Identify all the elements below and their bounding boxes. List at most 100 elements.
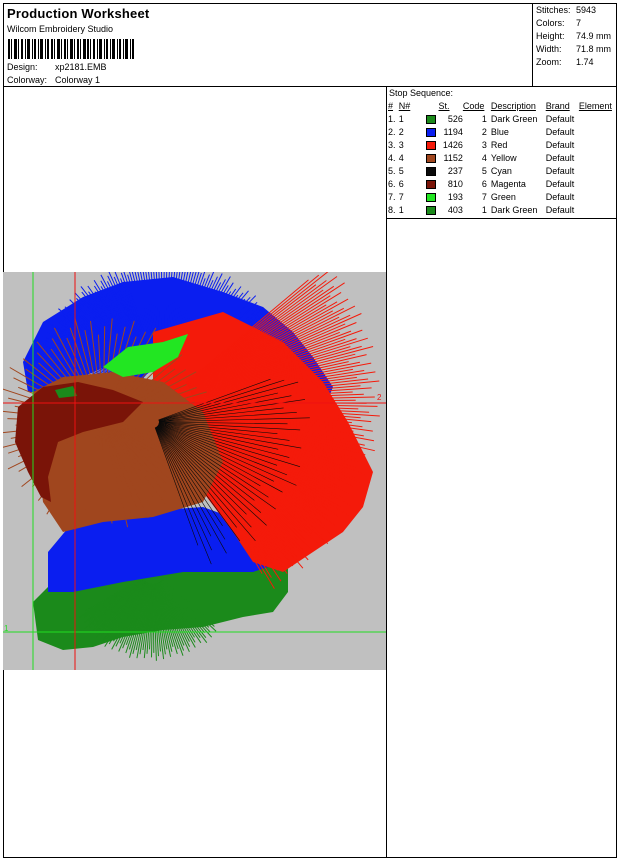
stop-stitches: 1426: [442, 139, 463, 150]
stop-swatch: [424, 138, 439, 151]
col-needle: N#: [398, 100, 411, 111]
design-preview-area: 2 1: [3, 87, 386, 858]
stop-swatch: [424, 190, 439, 203]
color-swatch: [425, 192, 436, 202]
col-num: #: [388, 100, 394, 111]
stop-num: 1.: [388, 113, 396, 124]
stop-code: 2: [481, 126, 487, 137]
color-swatch: [425, 166, 436, 176]
stop-code: 1: [481, 204, 487, 215]
color-swatch: [425, 153, 436, 163]
barcode-icon: [8, 39, 134, 59]
width-label: Width:: [536, 44, 562, 54]
stop-brand: Default: [545, 178, 575, 189]
stop-needle: 5: [398, 165, 404, 176]
stop-needle: 3: [398, 139, 404, 150]
stat-stitches: Stitches: 5943: [536, 5, 596, 15]
stop-row: 6. 6 810 6 Magenta Default: [388, 177, 617, 190]
stop-description: Green: [490, 191, 516, 202]
stop-sequence-panel: Stop Sequence: # N# St. Code Description…: [387, 87, 617, 219]
col-description: Description: [490, 100, 536, 111]
stop-brand: Default: [545, 126, 575, 137]
stop-brand: Default: [545, 113, 575, 124]
colors-label: Colors:: [536, 18, 565, 28]
stop-swatch: [424, 164, 439, 177]
colors-value: 7: [576, 18, 582, 28]
stat-colors: Colors: 7: [536, 18, 581, 28]
stop-element: [579, 138, 617, 151]
stop-description: Magenta: [490, 178, 526, 189]
stop-swatch: [424, 203, 439, 216]
embroidery-design-preview: 2 1: [3, 272, 386, 670]
stop-table-header: # N# St. Code Description Brand Element: [388, 99, 617, 112]
stop-description: Dark Green: [490, 204, 538, 215]
color-swatch: [425, 179, 436, 189]
stop-stitches: 1152: [443, 152, 463, 163]
stop-swatch: [424, 112, 439, 125]
stop-sequence-title: Stop Sequence:: [389, 88, 454, 98]
col-swatch: [424, 99, 439, 112]
stop-description: Blue: [490, 126, 509, 137]
colorway-value: Colorway 1: [55, 75, 101, 85]
stop-row: 2. 2 1194 2 Blue Default: [388, 125, 617, 138]
page-title: Production Worksheet: [7, 6, 150, 21]
stop-row: 1. 1 526 1 Dark Green Default: [388, 112, 617, 125]
software-name: Wilcom Embroidery Studio: [7, 24, 114, 34]
stop-code: 5: [481, 165, 487, 176]
stop-code: 6: [481, 178, 487, 189]
colorway-label: Colorway:: [7, 75, 48, 85]
stop-num: 6.: [388, 178, 396, 189]
stop-sequence-table: # N# St. Code Description Brand Element …: [388, 99, 617, 216]
stop-stitches: 237: [447, 165, 463, 176]
stop-swatch: [424, 151, 439, 164]
stop-swatch: [424, 125, 439, 138]
zoom-value: 1.74: [576, 57, 594, 67]
stop-description: Cyan: [490, 165, 512, 176]
stop-swatch: [424, 177, 439, 190]
stop-code: 7: [481, 191, 487, 202]
stop-needle: 1: [398, 113, 404, 124]
stop-needle: 6: [398, 178, 404, 189]
stat-height: Height: 74.9 mm: [536, 31, 611, 41]
stop-needle: 2: [398, 126, 404, 137]
zoom-label: Zoom:: [536, 57, 562, 67]
col-code: Code: [462, 100, 485, 111]
stat-width: Width: 71.8 mm: [536, 44, 611, 54]
height-label: Height:: [536, 31, 565, 41]
colorway-row: Colorway: Colorway 1: [7, 75, 100, 85]
stop-needle: 4: [398, 152, 404, 163]
stop-needle: 1: [398, 204, 404, 215]
stop-row: 8. 1 403 1 Dark Green Default: [388, 203, 617, 216]
stop-num: 7.: [388, 191, 396, 202]
stop-description: Red: [490, 139, 508, 150]
design-label: Design:: [7, 62, 38, 72]
stop-num: 4.: [388, 152, 396, 163]
stop-stitches: 810: [447, 178, 463, 189]
design-value: xp2181.EMB: [55, 62, 107, 72]
stop-brand: Default: [545, 165, 575, 176]
stop-num: 5.: [388, 165, 396, 176]
marker-2-label: 2: [377, 393, 382, 402]
color-swatch: [425, 140, 436, 150]
col-element: Element: [578, 100, 612, 111]
stop-row: 7. 7 193 7 Green Default: [388, 190, 617, 203]
stop-stitches: 526: [447, 113, 463, 124]
color-swatch: [425, 114, 436, 124]
stop-row: 5. 5 237 5 Cyan Default: [388, 164, 617, 177]
stop-row: 4. 4 1152 4 Yellow Default: [388, 151, 617, 164]
stop-num: 3.: [388, 139, 396, 150]
col-brand: Brand: [545, 100, 570, 111]
color-swatch: [425, 127, 436, 137]
stop-stitches: 1194: [443, 126, 463, 137]
stop-code: 1: [481, 113, 487, 124]
stop-element: [579, 190, 617, 203]
stop-num: 8.: [388, 204, 396, 215]
stop-code: 4: [481, 152, 487, 163]
stop-num: 2.: [388, 126, 396, 137]
stat-zoom: Zoom: 1.74: [536, 57, 594, 67]
stop-element: [579, 203, 617, 216]
marker-1-label: 1: [4, 624, 9, 633]
stop-element: [579, 125, 617, 138]
stop-description: Yellow: [490, 152, 517, 163]
height-value: 74.9 mm: [576, 31, 612, 41]
